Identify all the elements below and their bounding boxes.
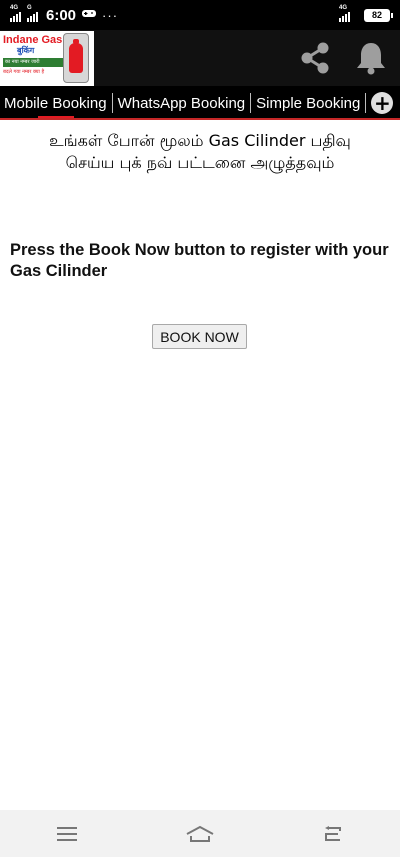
- network-type-label: 4G: [10, 5, 19, 11]
- battery-indicator: 82: [364, 8, 393, 22]
- clock: 6:00: [46, 6, 77, 24]
- share-icon[interactable]: [296, 39, 334, 77]
- tab-mobile-booking[interactable]: Mobile Booking: [0, 86, 111, 120]
- headline: உங்கள் போன் மூலம் Gas Cilinder பதிவு செய…: [4, 130, 396, 174]
- signal-strength-icon: 4G: [10, 5, 21, 22]
- app-logo[interactable]: Indane Gas बुकिंग का नया नम्बर जारी बदले…: [0, 30, 94, 86]
- app-bar: Indane Gas बुकिंग का नया नम्बर जारी बदले…: [0, 30, 400, 86]
- tab-divider: [111, 93, 113, 113]
- tab-divider: [250, 93, 252, 113]
- gas-cylinder-icon: [69, 38, 83, 73]
- more-notifications-icon: ···: [102, 7, 119, 23]
- gamepad-icon: [82, 9, 97, 21]
- logo-band: का नया नम्बर जारी: [3, 57, 63, 67]
- main-content: உங்கள் போன் மூலம் Gas Cilinder பதிவு செய…: [0, 120, 400, 810]
- instruction-text: Press the Book Now button to register wi…: [10, 241, 389, 280]
- headline-line-2: செய்ய புக் நவ் பட்டனை அழுத்தவும்: [65, 153, 335, 172]
- tab-divider: [365, 93, 367, 113]
- more-tabs-icon[interactable]: +: [371, 92, 394, 114]
- tab-label: WhatsApp Booking: [117, 94, 246, 112]
- tab-label: Mobile Booking: [4, 94, 107, 112]
- tab-strip: Mobile Booking WhatsApp Booking Simple B…: [0, 86, 400, 120]
- bell-icon[interactable]: [352, 39, 390, 77]
- signal-strength-icon-2: G: [27, 5, 38, 22]
- book-now-button[interactable]: BOOK NOW: [152, 324, 247, 349]
- headline-line-1: உங்கள் போன் மூலம் Gas Cilinder பதிவு: [49, 131, 351, 150]
- phone-icon: [63, 32, 89, 83]
- wifi-signal-icon: 4G: [339, 5, 350, 22]
- tab-simple-booking[interactable]: Simple Booking: [252, 86, 364, 120]
- status-bar: 4G G 6:00 ··· 4G 82: [0, 0, 400, 30]
- back-icon[interactable]: [313, 814, 353, 854]
- home-icon[interactable]: [180, 814, 220, 854]
- tab-label: Simple Booking: [256, 94, 361, 112]
- tab-whatsapp-booking[interactable]: WhatsApp Booking: [114, 86, 250, 120]
- menu-icon[interactable]: [47, 814, 87, 854]
- network-type-label-right: 4G: [339, 5, 348, 11]
- system-nav-bar: [0, 810, 400, 857]
- network-type-label-2: G: [27, 5, 32, 11]
